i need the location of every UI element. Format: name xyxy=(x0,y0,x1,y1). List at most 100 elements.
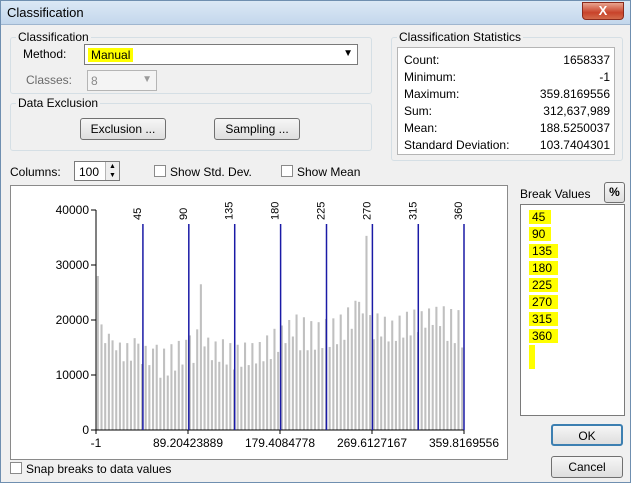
histogram-bar xyxy=(457,310,460,430)
histogram-bar xyxy=(383,316,386,430)
stat-row-count: Count: 1658337 xyxy=(404,53,610,67)
histogram-bar xyxy=(321,348,324,430)
histogram-bar xyxy=(118,342,121,430)
snap-breaks-checkbox[interactable] xyxy=(10,462,22,474)
histogram-bar xyxy=(332,318,335,430)
histogram-bar xyxy=(240,366,243,430)
histogram-bar xyxy=(144,345,147,430)
histogram-bar xyxy=(177,340,180,430)
classes-label: Classes: xyxy=(26,73,73,87)
histogram-bar xyxy=(391,320,394,430)
break-values-label: Break Values xyxy=(520,187,591,201)
histogram-panel[interactable]: 0 10000 20000 30000 40000 -1 89.20423889 179.40… xyxy=(10,185,508,460)
histogram-bar xyxy=(218,361,221,430)
histogram-bar xyxy=(152,348,155,430)
histogram-bar xyxy=(376,313,379,430)
close-icon: X xyxy=(598,3,608,18)
histogram-bar xyxy=(122,361,125,430)
break-value-item[interactable]: 45 xyxy=(521,209,624,226)
show-std-dev-label: Show Std. Dev. xyxy=(170,165,252,179)
break-value-item[interactable]: 135 xyxy=(521,243,624,260)
histogram-bar xyxy=(328,346,331,430)
histogram-bar xyxy=(428,308,431,430)
histogram-bar xyxy=(409,335,412,430)
show-mean-checkbox[interactable] xyxy=(281,165,293,177)
histogram-bar xyxy=(100,324,103,430)
histogram-bar xyxy=(133,338,136,430)
histogram-bar xyxy=(398,315,401,430)
histogram-bar xyxy=(155,344,158,430)
histogram-bar xyxy=(207,337,210,430)
histogram-bar xyxy=(225,364,228,430)
histogram-bar xyxy=(277,351,280,430)
x-tick-label: 179.4084778 xyxy=(245,436,315,450)
x-tick-label: 269.6127167 xyxy=(337,436,407,450)
histogram-bar xyxy=(361,313,364,430)
break-value-item[interactable]: 180 xyxy=(521,260,624,277)
exclusion-button[interactable]: Exclusion ... xyxy=(80,118,166,140)
show-std-dev-checkbox[interactable] xyxy=(154,165,166,177)
spinner-arrows-icon[interactable]: ▲ ▼ xyxy=(105,162,119,180)
stat-row-sum: Sum: 312,637,989 xyxy=(404,104,610,118)
method-select[interactable]: Manual ▼ xyxy=(84,44,358,65)
statistics-group-label: Classification Statistics xyxy=(397,30,524,44)
method-label: Method: xyxy=(23,47,67,61)
histogram-bar xyxy=(431,324,434,430)
histogram-bar xyxy=(347,307,350,430)
close-button[interactable]: X xyxy=(582,2,624,20)
histogram-bar xyxy=(247,365,250,430)
histogram-bar xyxy=(166,375,169,430)
histogram-bar xyxy=(137,343,140,430)
break-line-label: 360 xyxy=(453,202,465,220)
break-values-list[interactable]: 45 90 135 180 225 270 315 360 xyxy=(520,204,625,416)
data-exclusion-group xyxy=(10,103,372,151)
break-value-item[interactable]: 225 xyxy=(521,277,624,294)
histogram-bar xyxy=(236,344,239,430)
break-value-item[interactable]: 90 xyxy=(521,226,624,243)
histogram-bar xyxy=(336,344,339,430)
histogram-bar xyxy=(369,315,372,430)
highlight-mark xyxy=(529,345,535,369)
columns-label: Columns: xyxy=(10,165,61,179)
x-tick-label: -1 xyxy=(91,436,102,450)
histogram-chart[interactable]: 0 10000 20000 30000 40000 -1 89.20423889 179.40… xyxy=(11,186,507,459)
histogram-bar xyxy=(126,343,129,430)
histogram-bar xyxy=(394,340,397,430)
histogram-bar xyxy=(299,350,302,430)
title-bar[interactable]: Classification X xyxy=(1,1,630,25)
histogram-bar xyxy=(196,329,199,430)
chevron-down-icon: ▼ xyxy=(142,74,152,85)
histogram-bar xyxy=(203,346,206,430)
histogram-bar xyxy=(424,327,427,430)
x-tick-label: 359.8169556 xyxy=(429,436,499,450)
classes-select[interactable]: 8 ▼ xyxy=(87,70,157,91)
ok-button[interactable]: OK xyxy=(551,424,623,446)
cancel-button[interactable]: Cancel xyxy=(551,456,623,478)
percent-button[interactable]: % xyxy=(604,182,625,203)
stat-row-std-dev: Standard Deviation: 103.7404301 xyxy=(404,138,610,152)
histogram-bar xyxy=(159,377,162,430)
show-mean-label: Show Mean xyxy=(297,165,361,179)
break-value-item[interactable]: 315 xyxy=(521,311,624,328)
snap-breaks-label: Snap breaks to data values xyxy=(26,462,172,476)
histogram-bar xyxy=(148,365,151,430)
break-value-item[interactable]: 270 xyxy=(521,294,624,311)
histogram-bar xyxy=(221,339,224,430)
histogram-bar xyxy=(405,311,408,430)
histogram-bar xyxy=(170,344,173,430)
histogram-bar xyxy=(192,362,195,430)
histogram-bar xyxy=(446,340,449,430)
columns-spinner[interactable]: 100 ▲ ▼ xyxy=(74,161,120,181)
break-value-item[interactable]: 360 xyxy=(521,328,624,345)
histogram-bar xyxy=(269,359,272,430)
histogram-bar xyxy=(350,328,353,430)
histogram-bar xyxy=(255,363,258,430)
histogram-bar xyxy=(306,350,309,430)
histogram-bar xyxy=(439,326,442,430)
histogram-bar xyxy=(107,333,110,430)
histogram-bar xyxy=(358,301,361,430)
histogram-bar xyxy=(181,364,184,430)
sampling-button[interactable]: Sampling ... xyxy=(214,118,300,140)
window-title: Classification xyxy=(7,5,84,20)
histogram-bar xyxy=(420,311,423,430)
